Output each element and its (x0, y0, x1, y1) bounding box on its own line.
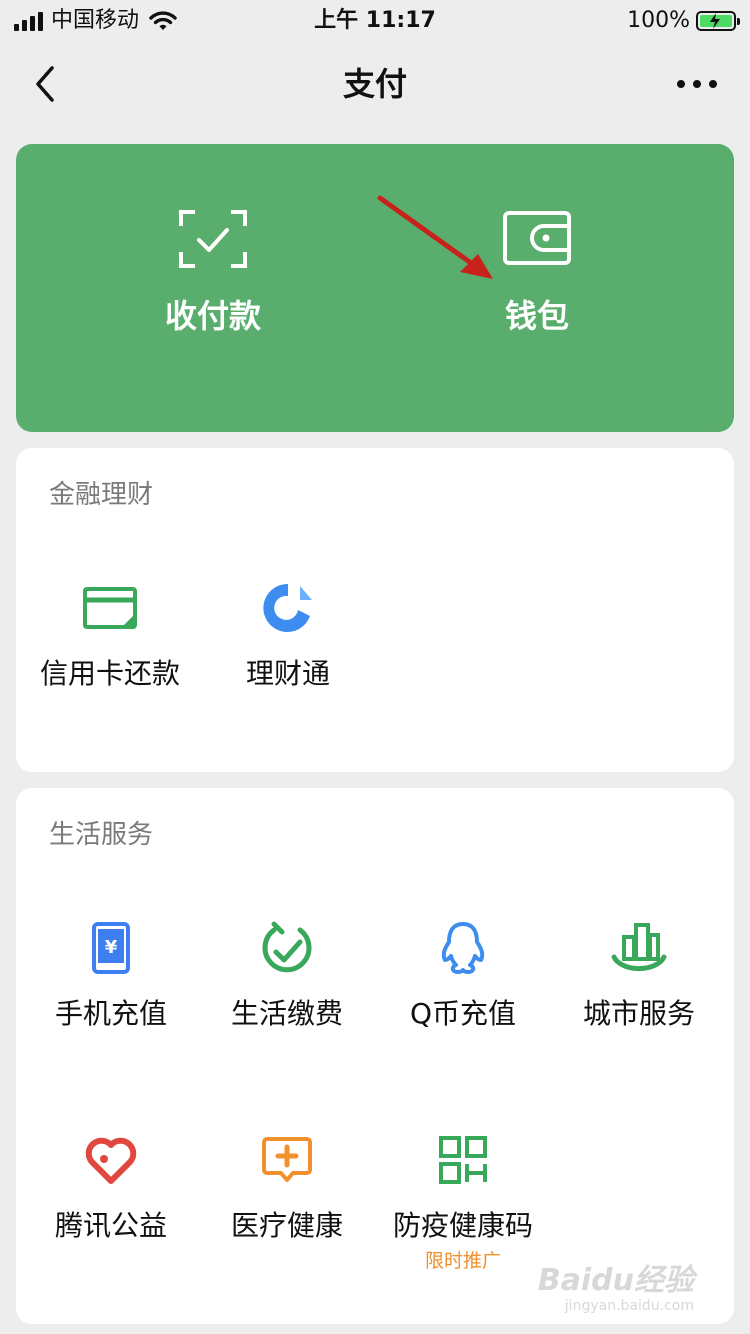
health-code-label: 防疫健康码 (392, 1209, 533, 1242)
phone-recharge-icon: ¥ (92, 922, 130, 974)
battery-icon (696, 11, 740, 31)
section-title-life: 生活服务 (49, 820, 154, 850)
page-title: 支付 (342, 65, 407, 103)
more-dots-icon (677, 80, 717, 88)
pay-hero-card: 收付款 钱包 (16, 144, 734, 432)
status-bar: 中国移动 上午 11:17 100% (0, 0, 750, 42)
status-right: 100% (627, 8, 740, 34)
medical-health-item[interactable]: 医疗健康 (199, 1132, 375, 1244)
tencent-charity-label: 腾讯公益 (54, 1209, 167, 1242)
qq-penguin-icon (441, 922, 485, 974)
promo-badge: 限时推广 (424, 1250, 501, 1272)
finance-section: 金融理财 信用卡还款 理财通 (16, 448, 734, 772)
health-code-item[interactable]: 防疫健康码 限时推广 (375, 1132, 551, 1272)
qcoin-recharge-label: Q币充值 (409, 997, 517, 1030)
utility-payment-icon (262, 921, 312, 973)
nav-bar: 支付 (0, 42, 750, 128)
life-services-section: 生活服务 ¥ 手机充值 生活缴费 Q币充值 城市服务 腾讯公益 医疗健康 防疫健… (16, 788, 734, 1324)
watermark-main: Baidu经验 (537, 1263, 694, 1298)
credit-card-icon (83, 587, 137, 629)
licaitong-item[interactable]: 理财通 (200, 580, 376, 692)
qr-code-icon (439, 1136, 487, 1184)
svg-text:¥: ¥ (105, 937, 118, 958)
city-services-item[interactable]: 城市服务 (551, 920, 727, 1032)
watermark-logo: Baidu经验 jingyan.baidu.com (537, 1263, 694, 1315)
phone-recharge-label: 手机充值 (54, 997, 167, 1030)
licaitong-icon (263, 583, 312, 632)
licaitong-label: 理财通 (245, 657, 330, 690)
medical-health-label: 医疗健康 (230, 1209, 343, 1242)
wallet-label: 钱包 (504, 297, 569, 335)
utility-payment-item[interactable]: 生活缴费 (199, 920, 375, 1032)
tencent-charity-item[interactable]: 腾讯公益 (23, 1132, 199, 1244)
section-title-finance: 金融理财 (49, 480, 154, 510)
phone-recharge-item[interactable]: ¥ 手机充值 (23, 920, 199, 1032)
city-services-label: 城市服务 (582, 997, 695, 1030)
annotation-arrow-icon (377, 195, 493, 279)
credit-card-repay-item[interactable]: 信用卡还款 (22, 580, 198, 692)
receive-pay-button[interactable]: 收付款 (113, 210, 313, 336)
credit-card-repay-label: 信用卡还款 (39, 657, 180, 690)
wallet-icon (503, 211, 571, 265)
more-button[interactable] (674, 70, 720, 98)
battery-percent: 100% (627, 8, 690, 33)
watermark-sub: jingyan.baidu.com (564, 1298, 694, 1314)
qcoin-recharge-item[interactable]: Q币充值 (375, 920, 551, 1032)
utility-payment-label: 生活缴费 (230, 997, 343, 1030)
city-buildings-icon (611, 923, 667, 972)
medical-cross-icon (262, 1137, 312, 1182)
charity-heart-icon (85, 1137, 137, 1184)
receive-pay-label: 收付款 (164, 297, 261, 335)
scan-check-icon (179, 210, 247, 268)
